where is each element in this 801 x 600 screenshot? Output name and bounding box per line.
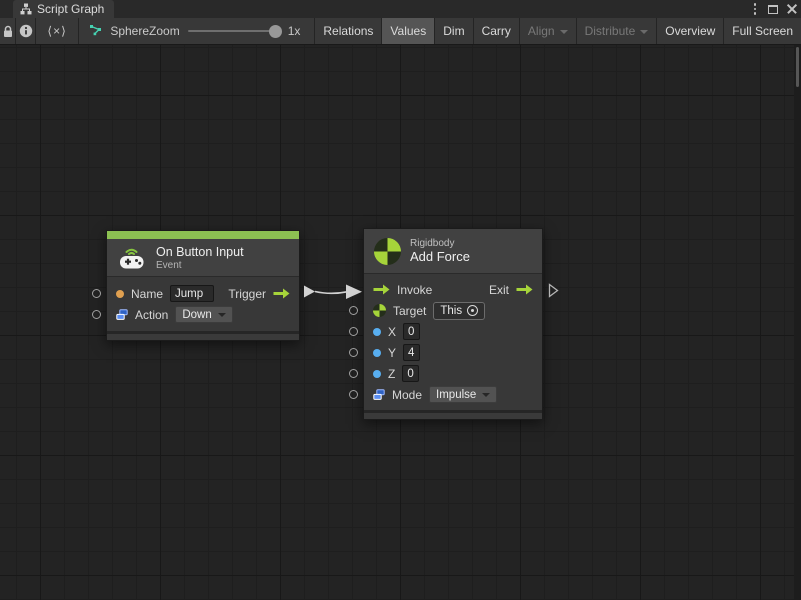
maximize-icon[interactable] — [768, 5, 778, 14]
value-port-circle[interactable] — [349, 390, 358, 399]
chevron-down-icon — [482, 393, 490, 397]
exit-flow-stub-icon[interactable] — [548, 283, 559, 298]
node-accent-bar — [107, 231, 299, 239]
node-title: On Button Input — [156, 245, 244, 259]
node-footer — [107, 331, 299, 340]
lock-button[interactable] — [0, 18, 16, 44]
port-row-x: X — [364, 321, 542, 342]
value-port-circle[interactable] — [92, 289, 101, 298]
node-on-button-input[interactable]: On Button Input Event Name Trigger — [106, 230, 300, 341]
rigidbody-port-icon[interactable] — [373, 304, 386, 317]
value-port-circle[interactable] — [92, 310, 101, 319]
tab-script-graph[interactable]: Script Graph — [13, 0, 114, 18]
node-subtitle: Event — [156, 260, 244, 271]
rigidbody-icon — [374, 238, 401, 265]
toolbar-button-align[interactable]: Align — [520, 18, 577, 44]
node-add-force[interactable]: Rigidbody Add Force Invoke Exit — [363, 228, 543, 420]
port-label: Z — [388, 367, 395, 381]
port-label: Invoke — [397, 283, 432, 297]
zoom-value: 1x — [288, 24, 301, 38]
graph-hierarchy-icon — [20, 3, 32, 15]
flow-output-arrow-icon[interactable] — [516, 284, 533, 295]
titlebar: Script Graph — [0, 0, 801, 18]
toolbar-button-relations[interactable]: Relations — [315, 18, 382, 44]
port-label: Target — [393, 304, 426, 318]
flow-input-arrow-icon[interactable] — [373, 284, 390, 295]
close-icon[interactable] — [787, 4, 797, 14]
port-row-invoke: Invoke Exit — [364, 279, 542, 300]
value-port-circle[interactable] — [349, 327, 358, 336]
tab-label: Script Graph — [37, 2, 104, 16]
y-input[interactable] — [403, 344, 420, 361]
zoom-slider-knob[interactable] — [269, 25, 282, 38]
node-header[interactable]: On Button Input Event — [107, 239, 299, 277]
node-body: Name Trigger Action Dow — [107, 277, 299, 331]
port-label: X — [388, 325, 396, 339]
port-label: Y — [388, 346, 396, 360]
string-port-icon[interactable] — [116, 290, 124, 298]
object-picker-icon[interactable] — [467, 305, 478, 316]
lock-icon — [2, 25, 14, 38]
zoom-slider[interactable] — [188, 30, 280, 32]
port-label: Name — [131, 287, 163, 301]
titlebar-controls — [751, 0, 798, 18]
float-port-icon[interactable] — [373, 328, 381, 336]
float-port-icon[interactable] — [373, 349, 381, 357]
chevron-down-icon — [640, 30, 648, 34]
gamepad-input-icon — [117, 245, 147, 271]
action-dropdown[interactable]: Down — [175, 306, 232, 323]
chevron-down-icon — [560, 30, 568, 34]
script-graph-window: Script Graph ⟨×⟩ — [0, 0, 801, 600]
port-row-name: Name Trigger — [107, 283, 299, 304]
connection-trigger-to-invoke[interactable] — [302, 283, 364, 300]
toolbar-button-dim[interactable]: Dim — [435, 18, 473, 44]
vertical-scrollbar[interactable] — [794, 45, 801, 600]
zoom-control: Zoom 1x — [149, 24, 304, 38]
graph-toolbar: ⟨×⟩ Sphere Zoom 1x Relations Values Dim … — [0, 18, 801, 45]
node-header[interactable]: Rigidbody Add Force — [364, 229, 542, 274]
graph-canvas[interactable]: On Button Input Event Name Trigger — [0, 45, 801, 600]
port-label: Trigger — [228, 287, 266, 301]
graph-object-name: Sphere — [110, 24, 149, 38]
value-port-circle[interactable] — [349, 348, 358, 357]
toolbar-button-carry[interactable]: Carry — [474, 18, 520, 44]
node-title: Add Force — [410, 249, 470, 264]
toolbar-button-distribute[interactable]: Distribute — [577, 18, 658, 44]
mode-dropdown[interactable]: Impulse — [429, 386, 497, 403]
scrollbar-thumb[interactable] — [796, 47, 799, 87]
graph-info-segment: Sphere Zoom 1x — [79, 18, 315, 44]
node-footer — [364, 410, 542, 419]
flow-output-arrow-icon[interactable] — [273, 288, 290, 299]
zoom-label: Zoom — [149, 24, 180, 38]
menu-kebab-icon[interactable] — [751, 1, 760, 17]
name-input[interactable] — [170, 285, 214, 302]
graph-pointer-icon — [89, 24, 104, 38]
toolbar-button-values[interactable]: Values — [382, 18, 435, 44]
port-label: Mode — [392, 388, 422, 402]
z-input[interactable] — [402, 365, 419, 382]
x-input[interactable] — [403, 323, 420, 340]
port-row-z: Z — [364, 363, 542, 384]
target-object-field[interactable]: This — [433, 302, 485, 320]
port-row-action: Action Down — [107, 304, 299, 325]
float-port-icon[interactable] — [373, 370, 381, 378]
port-label: Exit — [489, 283, 509, 297]
node-body: Invoke Exit Target This — [364, 274, 542, 410]
port-row-mode: Mode Impulse — [364, 384, 542, 405]
port-row-y: Y — [364, 342, 542, 363]
value-port-circle[interactable] — [349, 369, 358, 378]
toolbar-button-overview[interactable]: Overview — [657, 18, 724, 44]
info-icon — [19, 24, 33, 38]
info-button[interactable] — [16, 18, 36, 44]
value-port-circle[interactable] — [349, 306, 358, 315]
enum-port-icon[interactable] — [373, 389, 385, 401]
toolbar-button-fullscreen[interactable]: Full Screen — [724, 18, 801, 44]
port-row-target: Target This — [364, 300, 542, 321]
node-category: Rigidbody — [410, 238, 470, 249]
code-view-button[interactable]: ⟨×⟩ — [36, 18, 79, 44]
chevron-down-icon — [218, 313, 226, 317]
port-label: Action — [135, 308, 168, 322]
code-icon: ⟨×⟩ — [47, 24, 66, 38]
enum-port-icon[interactable] — [116, 309, 128, 321]
